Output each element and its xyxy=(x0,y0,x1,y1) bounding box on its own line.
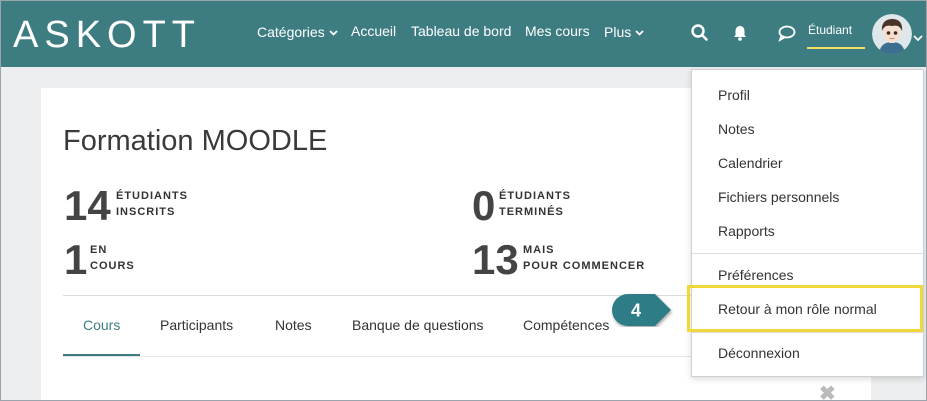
chevron-down-icon xyxy=(635,23,644,39)
stat-label-line: MAIS xyxy=(523,244,555,256)
stat-label-line: TERMINÉS xyxy=(499,206,564,218)
svg-text:ASKOTT: ASKOTT xyxy=(13,14,201,53)
step-callout: 4 xyxy=(612,294,671,326)
highlight-box xyxy=(687,285,923,332)
stat-label: MAIS POUR COMMENCER xyxy=(523,242,645,274)
chevron-down-icon[interactable] xyxy=(913,29,923,42)
search-icon[interactable] xyxy=(690,23,710,43)
tab-participants[interactable]: Participants xyxy=(160,317,233,333)
role-switch-label[interactable]: Étudiant xyxy=(808,23,852,37)
stat-label-line: POUR COMMENCER xyxy=(523,260,646,272)
stat-label-line: COURS xyxy=(90,260,135,272)
stat-value: 14 xyxy=(64,182,111,229)
stat-label-line: ÉTUDIANTS xyxy=(499,190,571,202)
menu-item-grades[interactable]: Notes xyxy=(718,121,755,137)
stat-value: 1 xyxy=(64,236,88,283)
course-title: Formation MOODLE xyxy=(63,125,328,157)
nav-home[interactable]: Accueil xyxy=(351,23,396,39)
nav-my-courses[interactable]: Mes cours xyxy=(525,23,590,39)
stat-label-line: EN xyxy=(90,244,108,256)
menu-divider xyxy=(692,253,923,254)
menu-divider xyxy=(692,332,923,333)
bell-icon[interactable] xyxy=(730,23,750,43)
top-navbar: ASKOTT Catégories Accueil Tableau de bor… xyxy=(1,1,926,67)
tab-competences[interactable]: Compétences xyxy=(523,317,609,333)
tab-notes[interactable]: Notes xyxy=(275,317,312,333)
nav-dashboard[interactable]: Tableau de bord xyxy=(411,23,511,39)
stat-label-line: INSCRITS xyxy=(116,206,176,218)
nav-more[interactable]: Plus xyxy=(604,23,644,40)
role-underline xyxy=(807,47,865,49)
close-icon[interactable]: ✖ xyxy=(819,381,836,400)
tab-cours[interactable]: Cours xyxy=(83,317,120,333)
nav-categories[interactable]: Catégories xyxy=(257,23,338,40)
nav-more-label: Plus xyxy=(604,24,632,40)
menu-item-reports[interactable]: Rapports xyxy=(718,223,775,239)
divider xyxy=(63,295,703,296)
menu-item-calendar[interactable]: Calendrier xyxy=(718,155,783,171)
menu-item-logout[interactable]: Déconnexion xyxy=(718,345,800,361)
menu-item-profile[interactable]: Profil xyxy=(718,87,750,103)
stat-label: EN COURS xyxy=(90,242,135,274)
menu-item-private-files[interactable]: Fichiers personnels xyxy=(718,189,839,205)
stat-label: ÉTUDIANTS INSCRITS xyxy=(116,188,188,220)
stat-value: 13 xyxy=(472,236,519,283)
step-number: 4 xyxy=(631,301,641,321)
chevron-down-icon xyxy=(329,23,338,39)
screenshot-frame: ASKOTT Catégories Accueil Tableau de bor… xyxy=(0,0,927,401)
stat-label: ÉTUDIANTS TERMINÉS xyxy=(499,188,571,220)
askott-logo[interactable]: ASKOTT xyxy=(13,13,209,53)
divider xyxy=(63,356,703,357)
nav-categories-label: Catégories xyxy=(257,24,325,40)
chat-icon[interactable] xyxy=(777,23,797,43)
stat-label-line: ÉTUDIANTS xyxy=(116,190,188,202)
stat-value: 0 xyxy=(472,182,496,229)
user-avatar[interactable] xyxy=(872,14,912,54)
tab-question-bank[interactable]: Banque de questions xyxy=(352,317,484,333)
menu-item-preferences[interactable]: Préférences xyxy=(718,267,793,283)
